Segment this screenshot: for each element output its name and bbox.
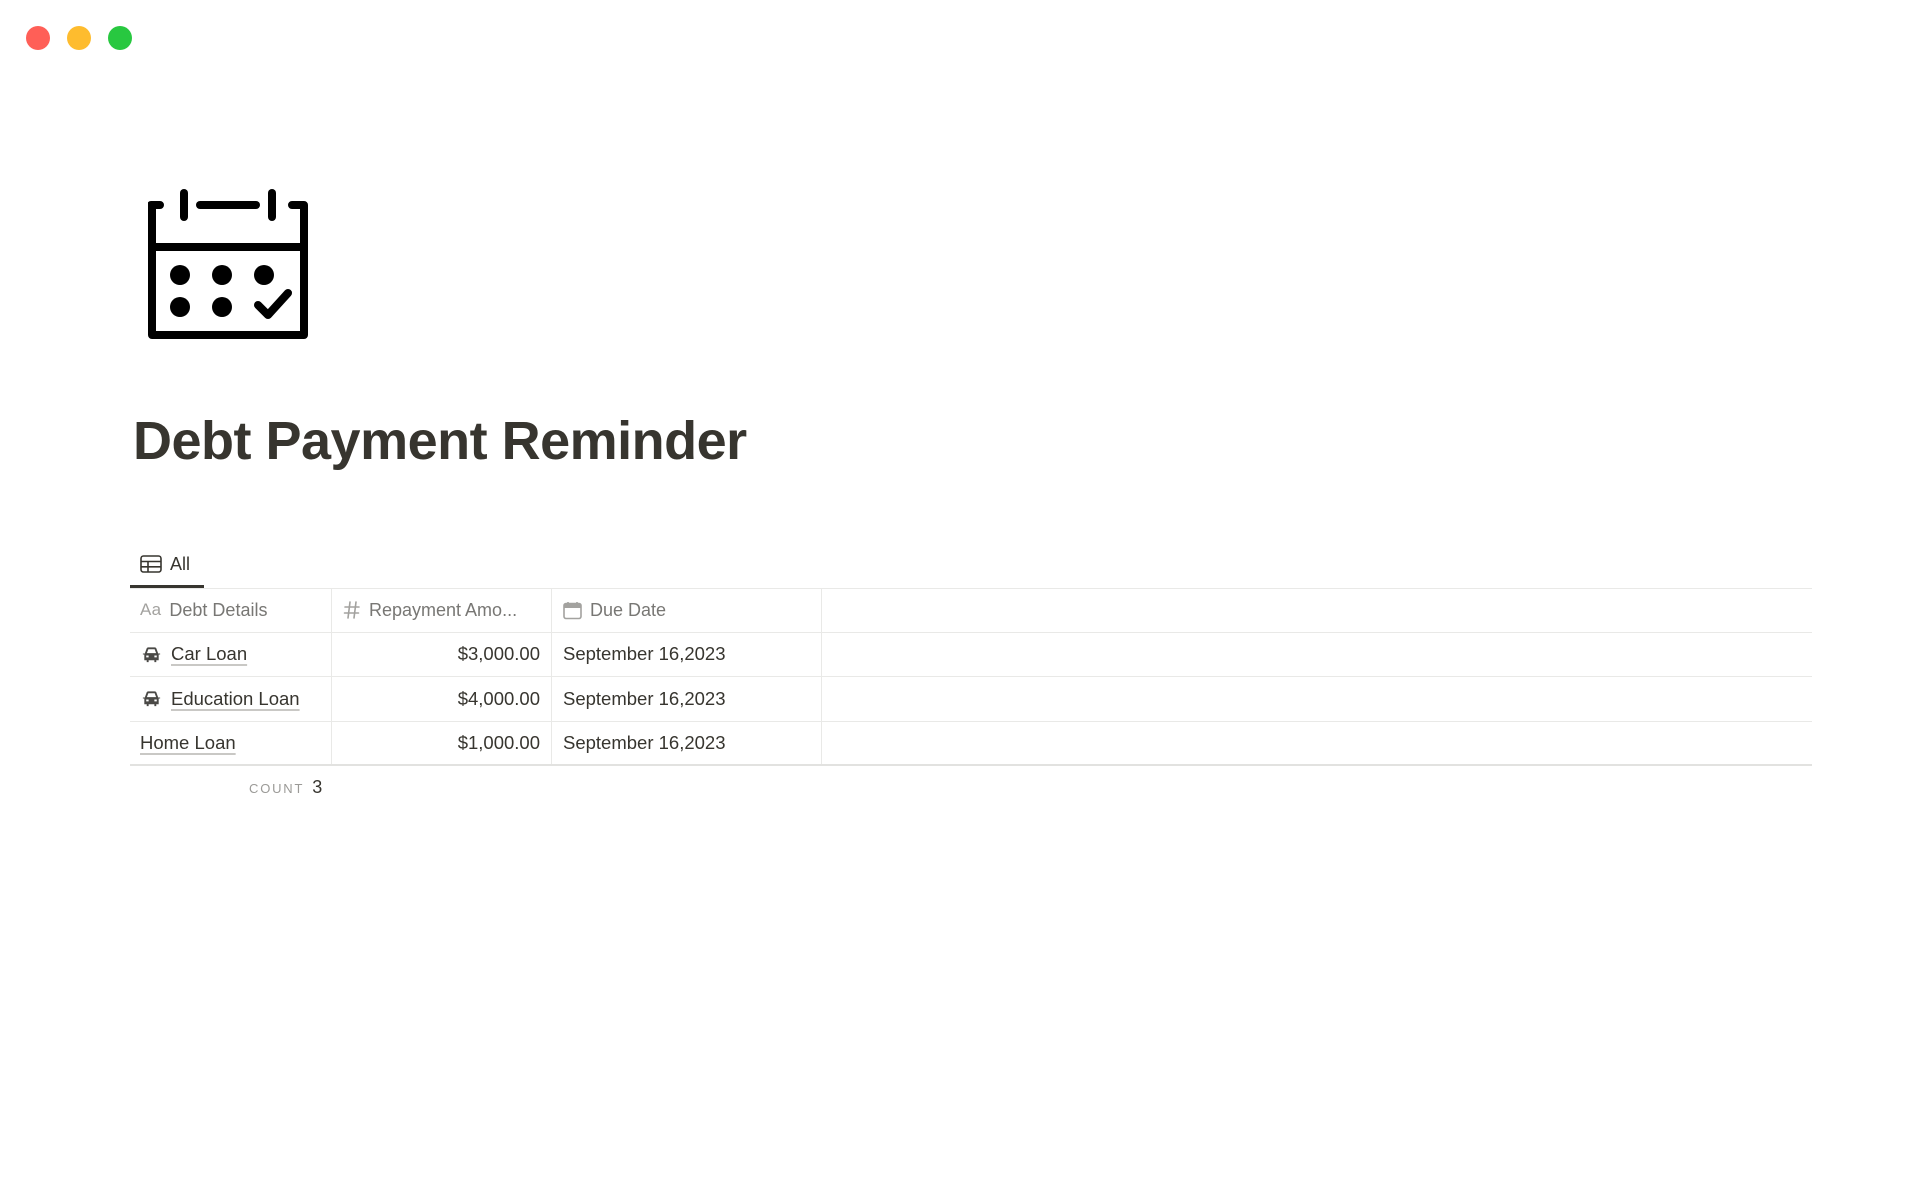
car-icon <box>142 647 161 662</box>
cell-due-date[interactable]: September 16,2023 <box>552 721 822 764</box>
table-row[interactable]: Home Loan $1,000.00 September 16,2023 <box>130 721 1812 766</box>
window-controls <box>26 26 132 50</box>
column-label: Repayment Amo... <box>369 599 518 620</box>
car-icon <box>142 691 161 707</box>
row-name-link[interactable]: Education Loan <box>171 688 300 710</box>
column-label: Due Date <box>590 599 667 620</box>
window: Debt Payment Reminder All Aa Debt Detail… <box>0 0 1920 1200</box>
text-property-icon: Aa <box>140 600 162 620</box>
row-name-link[interactable]: Car Loan <box>171 643 247 665</box>
cell-debt-details[interactable]: Car Loan <box>130 632 332 676</box>
cell-repayment-amount[interactable]: $1,000.00 <box>332 721 552 764</box>
column-header-repayment-amount[interactable]: Repayment Amo... <box>332 589 552 632</box>
column-header-due-date[interactable]: Due Date <box>552 589 822 632</box>
cell-empty <box>822 633 1812 677</box>
number-icon <box>343 600 361 620</box>
cell-repayment-amount[interactable]: $4,000.00 <box>332 677 552 721</box>
tab-all-label: All <box>170 553 191 574</box>
view-tabs: All <box>130 540 1812 588</box>
minimize-window-button[interactable] <box>67 26 91 50</box>
cell-debt-details[interactable]: Home Loan <box>130 721 332 764</box>
cell-empty <box>822 722 1812 765</box>
row-name-link[interactable]: Home Loan <box>140 732 236 754</box>
count-value: 3 <box>312 777 323 797</box>
database-table: Aa Debt Details Repayment Amo... Due Dat… <box>130 588 1812 766</box>
zoom-window-button[interactable] <box>108 26 132 50</box>
cell-due-date[interactable]: September 16,2023 <box>552 677 822 721</box>
count-label: COUNT <box>249 781 305 796</box>
page-title[interactable]: Debt Payment Reminder <box>133 410 747 472</box>
cell-empty <box>822 677 1812 721</box>
calendar-icon <box>563 601 582 620</box>
column-label: Debt Details <box>169 599 268 620</box>
table-row[interactable]: Car Loan $3,000.00 September 16,2023 <box>130 632 1812 677</box>
cell-due-date[interactable]: September 16,2023 <box>552 632 822 676</box>
column-header-empty <box>822 589 1812 632</box>
count-summary[interactable]: COUNT 3 <box>249 777 322 798</box>
cell-debt-details[interactable]: Education Loan <box>130 677 332 721</box>
table-icon <box>140 555 162 573</box>
table-header-row: Aa Debt Details Repayment Amo... Due Dat… <box>130 588 1812 633</box>
table-row[interactable]: Education Loan $4,000.00 September 16,20… <box>130 677 1812 722</box>
calendar-check-icon[interactable] <box>148 187 308 347</box>
tab-all[interactable]: All <box>130 540 204 588</box>
cell-repayment-amount[interactable]: $3,000.00 <box>332 632 552 676</box>
close-window-button[interactable] <box>26 26 50 50</box>
column-header-debt-details[interactable]: Aa Debt Details <box>130 589 332 632</box>
